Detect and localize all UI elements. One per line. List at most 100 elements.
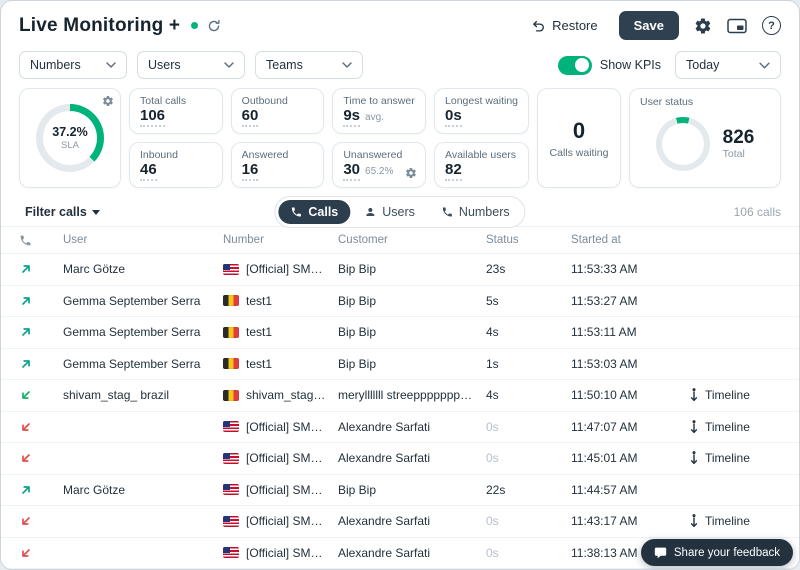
restore-label: Restore: [552, 18, 598, 33]
table-row[interactable]: [Official] SMS Test ... Alexandre Sarfat…: [1, 412, 799, 444]
customer-name: merylllllll streeppppppppppp...: [338, 388, 486, 402]
country-flag-icon: [223, 516, 239, 527]
kpi-card-answered[interactable]: Answered 16: [231, 142, 325, 188]
page-title: Live Monitoring +: [19, 15, 180, 37]
number-name: [Official] SMS Test ...: [246, 483, 328, 497]
gear-icon[interactable]: [405, 167, 417, 179]
list-toolbar: Filter calls Calls Users Numbers 106 cal…: [1, 197, 799, 226]
kpi-card-total-calls[interactable]: Total calls 106: [129, 88, 223, 134]
call-direction-icon: [19, 357, 63, 371]
customer-name: Bip Bip: [338, 262, 486, 276]
calls-count: 106 calls: [734, 205, 781, 219]
country-flag-icon: [223, 421, 239, 432]
timeline-button[interactable]: Timeline: [689, 387, 750, 403]
column-header-user: User: [63, 234, 223, 246]
user-status-total: 826: [723, 128, 755, 149]
header: Live Monitoring + Restore Save ?: [1, 1, 799, 44]
call-direction-icon: [19, 420, 63, 434]
timeline-button[interactable]: Timeline: [689, 419, 750, 435]
number-name: test1: [246, 325, 272, 339]
column-header-status: Status: [486, 234, 571, 246]
table-row[interactable]: [Official] SMS Test ... Alexandre Sarfat…: [1, 443, 799, 475]
customer-name: Bip Bip: [338, 483, 486, 497]
country-flag-icon: [223, 358, 239, 369]
timeline-button[interactable]: Timeline: [689, 513, 750, 529]
table-header: User Number Customer Status Started at: [1, 226, 799, 254]
restore-button[interactable]: Restore: [525, 17, 604, 34]
phone-icon: [290, 206, 302, 218]
user-status-total-label: Total: [723, 148, 755, 160]
sla-card[interactable]: 37.2% SLA: [19, 88, 121, 188]
share-feedback-button[interactable]: Share your feedback: [641, 539, 793, 566]
kpi-card-available-users[interactable]: Available users 82: [434, 142, 529, 188]
calls-table-body: Marc Götze [Official] SMS Test ... Bip B…: [1, 254, 799, 569]
view-tabs: Calls Users Numbers: [274, 196, 525, 228]
call-status: 0s: [486, 420, 499, 434]
kpi-card-longest-waiting[interactable]: Longest waiting 0s: [434, 88, 529, 134]
tab-numbers[interactable]: Numbers: [429, 200, 522, 224]
chat-bubble-icon: [654, 546, 667, 559]
call-status: 0s: [486, 546, 499, 560]
column-header-customer: Customer: [338, 234, 486, 246]
refresh-icon[interactable]: [207, 19, 221, 33]
table-row[interactable]: Gemma September Serra test1 Bip Bip 5s 1…: [1, 286, 799, 318]
number-name: test1: [246, 294, 272, 308]
number-name: [Official] SMS Test ...: [246, 514, 328, 528]
calls-table: User Number Customer Status Started at M…: [1, 226, 799, 569]
country-flag-icon: [223, 547, 239, 558]
user-status-label: User status: [640, 96, 770, 108]
calls-waiting-card[interactable]: 0 Calls waiting: [537, 88, 621, 188]
show-kpis-toggle[interactable]: [558, 56, 592, 75]
period-dropdown[interactable]: Today: [675, 51, 781, 79]
kpi-card-time-to-answer[interactable]: Time to answer 9savg.: [332, 88, 426, 134]
user-status-card[interactable]: User status 826 Total: [629, 88, 781, 188]
started-at: 11:53:27 AM: [571, 294, 689, 308]
number-name: [Official] SMS Test ...: [246, 420, 328, 434]
table-row[interactable]: [Official] SMS Test ... Alexandre Sarfat…: [1, 506, 799, 538]
tab-users[interactable]: Users: [352, 200, 427, 224]
customer-name: Bip Bip: [338, 357, 486, 371]
call-direction-icon: [19, 325, 63, 339]
started-at: 11:47:07 AM: [571, 420, 689, 434]
country-flag-icon: [223, 390, 239, 401]
filter-calls-dropdown[interactable]: Filter calls: [19, 204, 106, 220]
settings-gear-icon[interactable]: [694, 17, 712, 35]
teams-dropdown[interactable]: Teams: [255, 51, 363, 79]
chevron-down-icon: [759, 62, 770, 69]
country-flag-icon: [223, 327, 239, 338]
calls-waiting-label: Calls waiting: [550, 147, 609, 159]
number-name: [Official] SMS Test ...: [246, 262, 328, 276]
tab-calls[interactable]: Calls: [278, 200, 350, 224]
started-at: 11:43:17 AM: [571, 514, 689, 528]
kpi-card-inbound[interactable]: Inbound 46: [129, 142, 223, 188]
timeline-icon: [689, 513, 699, 529]
started-at: 11:53:03 AM: [571, 357, 689, 371]
users-dropdown[interactable]: Users: [137, 51, 245, 79]
save-button[interactable]: Save: [619, 11, 679, 40]
timeline-button[interactable]: Timeline: [689, 450, 750, 466]
help-icon[interactable]: ?: [762, 16, 781, 35]
country-flag-icon: [223, 453, 239, 464]
sla-value: 37.2%: [52, 125, 87, 139]
kpi-card-unanswered[interactable]: Unanswered 3065.2%: [332, 142, 426, 188]
numbers-dropdown[interactable]: Numbers: [19, 51, 127, 79]
sla-donut: 37.2% SLA: [36, 104, 104, 172]
table-row[interactable]: Marc Götze [Official] SMS Test ... Bip B…: [1, 475, 799, 507]
timeline-icon: [689, 419, 699, 435]
timeline-icon: [689, 387, 699, 403]
number-name: [Official] SMS Test ...: [246, 451, 328, 465]
table-row[interactable]: Marc Götze [Official] SMS Test ... Bip B…: [1, 254, 799, 286]
user-name: Gemma September Serra: [63, 325, 223, 339]
call-status: 4s: [486, 325, 499, 339]
user-icon: [364, 206, 376, 218]
undo-icon: [531, 18, 546, 33]
kpi-card-outbound[interactable]: Outbound 60: [231, 88, 325, 134]
started-at: 11:53:11 AM: [571, 325, 689, 339]
app-window: Live Monitoring + Restore Save ? Numbers: [0, 0, 800, 570]
table-row[interactable]: Gemma September Serra test1 Bip Bip 1s 1…: [1, 349, 799, 381]
show-kpis-label: Show KPIs: [600, 58, 661, 72]
picture-in-picture-icon[interactable]: [727, 18, 747, 34]
user-name: shivam_stag_ brazil: [63, 388, 223, 402]
table-row[interactable]: shivam_stag_ brazil shivam_stag_belg... …: [1, 380, 799, 412]
table-row[interactable]: Gemma September Serra test1 Bip Bip 4s 1…: [1, 317, 799, 349]
